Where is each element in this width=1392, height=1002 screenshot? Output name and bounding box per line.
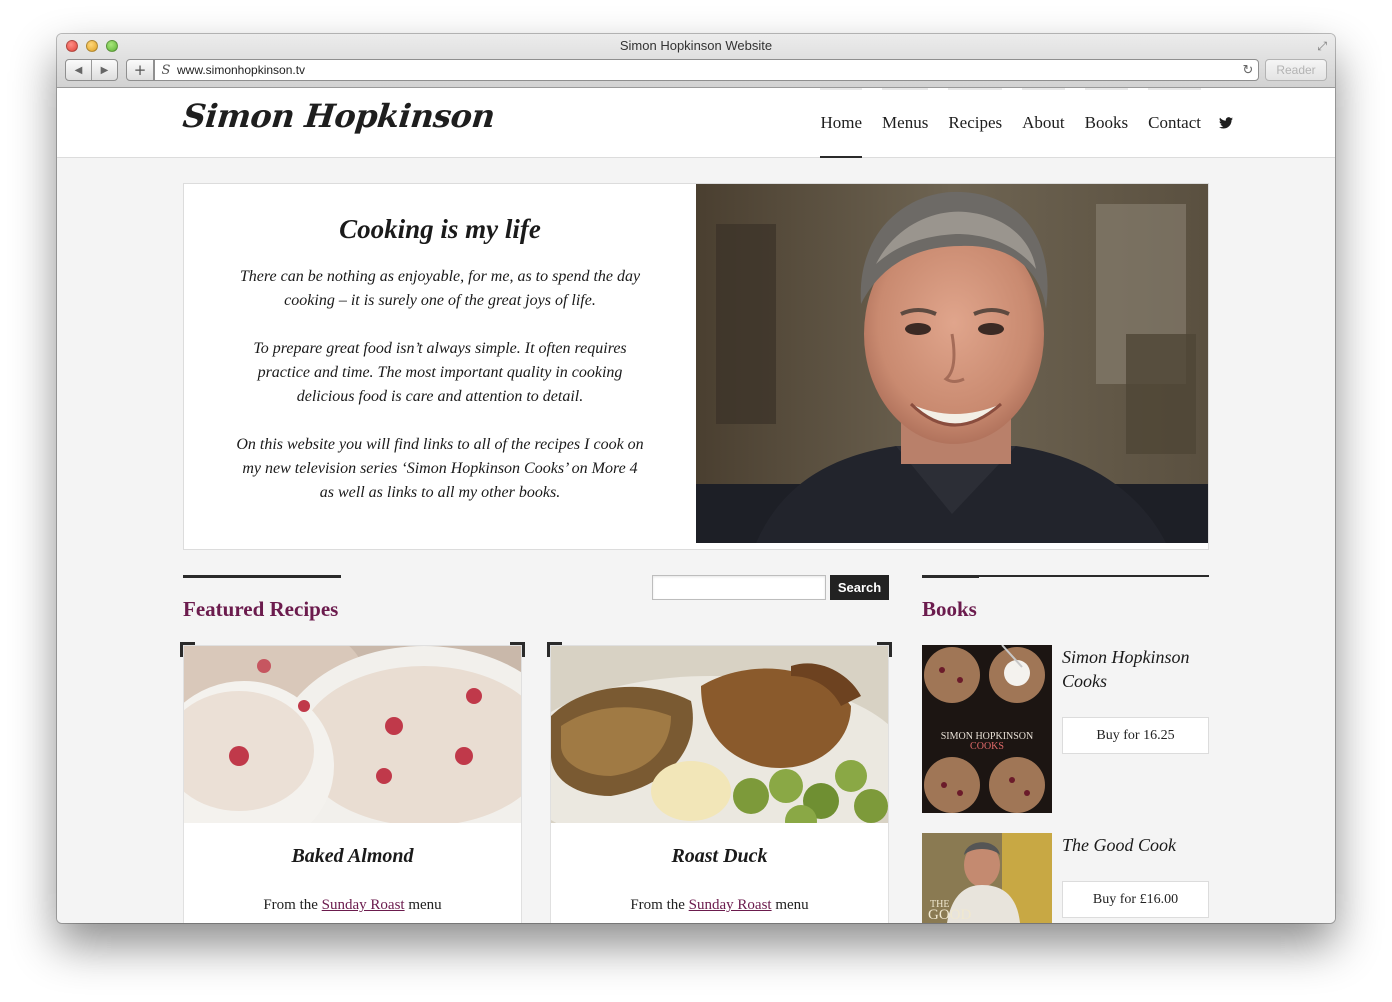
recipe-card[interactable]: Roast Duck From the Sunday Roast menu: [547, 642, 892, 923]
intro-title: Cooking is my life: [339, 214, 541, 244]
main-nav: Home Menus Recipes About Books Contact: [810, 88, 1233, 158]
intro-paragraph: To prepare great food isn’t always simpl…: [253, 340, 627, 405]
menu-link[interactable]: Sunday Roast: [689, 897, 772, 913]
nav-item-about[interactable]: About: [1012, 88, 1075, 158]
recipe-title[interactable]: Baked Almond: [184, 845, 521, 868]
forward-button[interactable]: ▶: [92, 60, 117, 80]
nav-item-books[interactable]: Books: [1075, 88, 1138, 158]
books-heading: Books: [922, 597, 977, 621]
search-input[interactable]: [652, 575, 826, 600]
url-text[interactable]: www.simonhopkinson.tv: [177, 63, 1238, 77]
recipe-meta-suffix: menu: [775, 897, 809, 913]
buy-book-button[interactable]: Buy for £16.00: [1062, 881, 1209, 918]
add-bookmark-button[interactable]: +: [126, 59, 154, 81]
history-buttons: ◀ ▶: [65, 59, 118, 81]
chef-portrait-image: [696, 184, 1208, 543]
recipe-card[interactable]: Baked Almond From the Sunday Roast menu: [180, 642, 525, 923]
nav-item-home[interactable]: Home: [810, 88, 872, 158]
site-logo[interactable]: Simon Hopkinson: [181, 97, 497, 135]
recipe-meta-suffix: menu: [408, 897, 442, 913]
book-cover-subtext: COOKS: [970, 741, 1004, 752]
menu-link[interactable]: Sunday Roast: [322, 897, 405, 913]
nav-item-contact[interactable]: Contact: [1138, 88, 1211, 158]
roast-duck-image[interactable]: [551, 646, 888, 823]
recipe-meta-prefix: From the: [263, 897, 318, 913]
intro-paragraph: On this website you will find links to a…: [236, 436, 644, 501]
reader-button[interactable]: Reader: [1265, 59, 1327, 81]
book-title[interactable]: Simon Hopkinson Cooks: [1062, 645, 1212, 693]
intro-panel: Cooking is my life There can be nothing …: [183, 183, 1209, 550]
twitter-icon[interactable]: [1211, 88, 1233, 158]
recipe-meta: From the Sunday Roast menu: [184, 897, 521, 914]
browser-toolbar: Simon Hopkinson Website ⤢ ◀ ▶ + S www.si…: [57, 34, 1335, 88]
books-divider: [922, 575, 1209, 578]
fullscreen-icon[interactable]: ⤢: [1317, 39, 1327, 54]
search-button[interactable]: Search: [830, 575, 889, 600]
back-button[interactable]: ◀: [66, 60, 92, 80]
book-cover-the-good-cook[interactable]: THE GOOD: [922, 833, 1052, 923]
site-favicon-icon: S: [161, 62, 171, 78]
reload-icon[interactable]: ↻: [1238, 63, 1258, 78]
recipe-meta: From the Sunday Roast menu: [551, 897, 888, 914]
intro-text-block: Cooking is my life There can be nothing …: [184, 184, 696, 549]
site-header: Simon Hopkinson Home Menus Recipes About…: [57, 88, 1335, 158]
web-page: Simon Hopkinson Home Menus Recipes About…: [57, 88, 1335, 923]
buy-book-button[interactable]: Buy for 16.25: [1062, 717, 1209, 754]
recipe-meta-prefix: From the: [630, 897, 685, 913]
book-cover-simon-hopkinson-cooks[interactable]: SIMON HOPKINSON COOKS: [922, 645, 1052, 813]
recipe-title[interactable]: Roast Duck: [551, 845, 888, 868]
address-bar[interactable]: S www.simonhopkinson.tv ↻: [154, 59, 1259, 81]
browser-window: Simon Hopkinson Website ⤢ ◀ ▶ + S www.si…: [57, 34, 1335, 923]
baked-almond-image[interactable]: [184, 646, 521, 823]
book-cover-subtext: GOOD: [928, 907, 972, 923]
book-title[interactable]: The Good Cook: [1062, 833, 1212, 857]
nav-item-menus[interactable]: Menus: [872, 88, 938, 158]
featured-divider: [183, 575, 341, 578]
intro-paragraph: There can be nothing as enjoyable, for m…: [239, 268, 641, 309]
nav-item-recipes[interactable]: Recipes: [938, 88, 1012, 158]
featured-recipes-heading: Featured Recipes: [183, 597, 339, 621]
window-title: Simon Hopkinson Website: [619, 38, 773, 53]
